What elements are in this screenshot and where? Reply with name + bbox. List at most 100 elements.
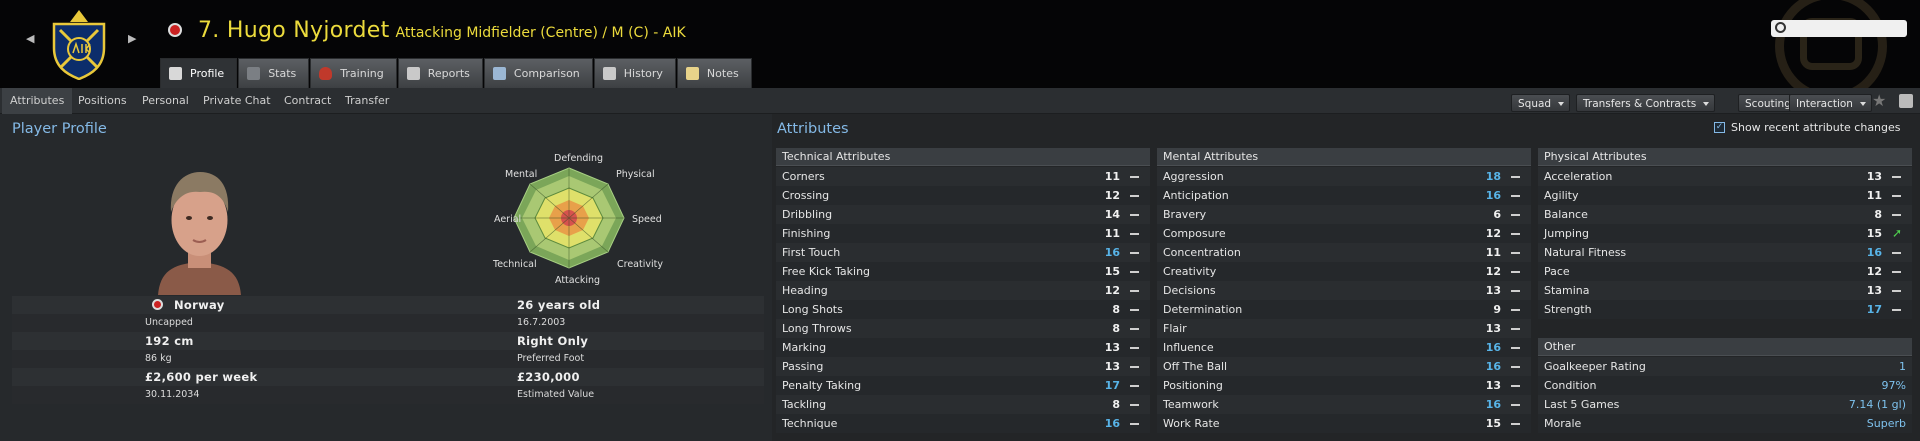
wage-value: £2,600 per week	[145, 370, 258, 384]
attribute-row[interactable]: Heading 12	[776, 281, 1150, 300]
attribute-row[interactable]: Flair 13	[1157, 319, 1531, 338]
squad-dropdown[interactable]: Squad	[1511, 94, 1571, 112]
subnav-attributes[interactable]: Attributes	[2, 88, 73, 114]
attribute-row[interactable]: Strength 17	[1538, 300, 1912, 319]
attribute-row[interactable]: Agility 11	[1538, 186, 1912, 205]
nation-link[interactable]: Norway	[174, 298, 225, 312]
attribute-row[interactable]: Stamina 13	[1538, 281, 1912, 300]
attribute-row[interactable]: Passing 13	[776, 357, 1150, 376]
show-changes-checkbox[interactable]: ✓	[1714, 122, 1725, 133]
profile-icon	[169, 67, 182, 80]
attribute-row[interactable]: Technique 16	[776, 414, 1150, 433]
attribute-row[interactable]: Marking 13	[776, 338, 1150, 357]
attribute-row[interactable]: Crossing 12	[776, 186, 1150, 205]
attribute-row[interactable]: Tackling 8	[776, 395, 1150, 414]
previous-player-arrow-icon[interactable]: ◀	[26, 32, 34, 45]
tab-profile[interactable]: Profile	[160, 58, 238, 88]
attribute-row[interactable]: Finishing 11	[776, 224, 1150, 243]
attribute-row[interactable]: Pace 12	[1538, 262, 1912, 281]
attribute-row[interactable]: Balance 8	[1538, 205, 1912, 224]
attribute-row[interactable]: Long Shots 8	[776, 300, 1150, 319]
trend-flat-icon	[1130, 233, 1139, 235]
trend-flat-icon	[1511, 404, 1520, 406]
attribute-row[interactable]: Bravery 6	[1157, 205, 1531, 224]
attribute-row[interactable]: Long Throws 8	[776, 319, 1150, 338]
attribute-row[interactable]: Natural Fitness 16	[1538, 243, 1912, 262]
attribute-name: Last 5 Games	[1544, 398, 1620, 411]
attribute-row[interactable]: Goalkeeper Rating 1	[1538, 357, 1912, 376]
attribute-row[interactable]: Free Kick Taking 15	[776, 262, 1150, 281]
attribute-row[interactable]: Corners 11	[776, 167, 1150, 186]
attribute-name: Influence	[1163, 341, 1214, 354]
attribute-row[interactable]: Influence 16	[1157, 338, 1531, 357]
tab-stats[interactable]: Stats	[238, 58, 310, 88]
attribute-row[interactable]: Teamwork 16	[1157, 395, 1531, 414]
attribute-row[interactable]: Morale Superb	[1538, 414, 1912, 433]
attribute-name: Dribbling	[782, 208, 833, 221]
attributes-heading: Attributes	[777, 121, 849, 137]
trend-flat-icon	[1511, 176, 1520, 178]
search-input[interactable]	[1771, 20, 1907, 37]
note-icon[interactable]	[1899, 94, 1913, 108]
attribute-value: 18	[1485, 170, 1501, 183]
trend-flat-icon	[1130, 214, 1139, 216]
attribute-row[interactable]: Dribbling 14	[776, 205, 1150, 224]
attribute-name: Concentration	[1163, 246, 1241, 259]
club-crest-icon[interactable]	[48, 8, 110, 80]
attribute-row[interactable]: Composure 12	[1157, 224, 1531, 243]
attribute-row[interactable]: Acceleration 13	[1538, 167, 1912, 186]
tab-notes-label: Notes	[706, 67, 739, 80]
attribute-row[interactable]: Creativity 12	[1157, 262, 1531, 281]
attribute-row[interactable]: Aggression 18	[1157, 167, 1531, 186]
attribute-row[interactable]: Determination 9	[1157, 300, 1531, 319]
shortlist-star-icon[interactable]: ★	[1872, 91, 1886, 110]
attribute-row[interactable]: Jumping 15 ➚	[1538, 224, 1912, 243]
attribute-row[interactable]: Last 5 Games 7.14 (1 gl)	[1538, 395, 1912, 414]
attribute-value: 9	[1493, 303, 1501, 316]
subnav-transfer[interactable]: Transfer	[337, 88, 397, 114]
next-player-arrow-icon[interactable]: ▶	[128, 32, 136, 45]
attribute-value: 12	[1104, 189, 1120, 202]
attribute-row[interactable]: First Touch 16	[776, 243, 1150, 262]
preferred-foot-label: Preferred Foot	[517, 353, 585, 364]
subnav-contract[interactable]: Contract	[276, 88, 339, 114]
trend-flat-icon	[1892, 271, 1901, 273]
tab-training-label: Training	[340, 67, 384, 80]
search-icon	[1775, 22, 1786, 33]
attribute-row[interactable]: Decisions 13	[1157, 281, 1531, 300]
attribute-row[interactable]: Concentration 11	[1157, 243, 1531, 262]
trend-flat-icon	[1511, 214, 1520, 216]
info-row-band	[12, 314, 764, 332]
attribute-value: 16	[1104, 417, 1120, 430]
attribute-row[interactable]: Work Rate 15	[1157, 414, 1531, 433]
tab-reports[interactable]: Reports	[397, 58, 483, 88]
attribute-value: 13	[1485, 284, 1501, 297]
tab-training[interactable]: Training	[310, 58, 397, 88]
attribute-row[interactable]: Positioning 13	[1157, 376, 1531, 395]
attribute-row[interactable]: Anticipation 16	[1157, 186, 1531, 205]
trend-flat-icon	[1511, 290, 1520, 292]
technical-attributes-title: Technical Attributes	[776, 148, 1150, 166]
reports-icon	[406, 67, 420, 80]
subnav-positions[interactable]: Positions	[70, 88, 135, 114]
attribute-value: 8	[1874, 208, 1882, 221]
technical-rows: Corners 11 Crossing 12 Dribbling 14 Finishing 1…	[776, 167, 1150, 433]
notes-icon	[685, 67, 699, 80]
attribute-row[interactable]: Off The Ball 16	[1157, 357, 1531, 376]
tab-comparison[interactable]: Comparison	[483, 58, 593, 88]
subnav-personal[interactable]: Personal	[134, 88, 197, 114]
transfers-contracts-dropdown[interactable]: Transfers & Contracts	[1576, 94, 1716, 112]
main-tabs: Profile Stats Training Reports Compariso…	[160, 58, 753, 88]
tab-notes[interactable]: Notes	[676, 58, 752, 88]
attribute-row[interactable]: Condition 97%	[1538, 376, 1912, 395]
attribute-name: Crossing	[782, 189, 830, 202]
attribute-row[interactable]: Penalty Taking 17	[776, 376, 1150, 395]
interaction-dropdown[interactable]: Interaction	[1789, 94, 1872, 112]
tab-stats-label: Stats	[268, 67, 297, 80]
tab-history[interactable]: History	[593, 58, 676, 88]
attribute-value: 16	[1485, 398, 1501, 411]
tab-history-label: History	[623, 67, 663, 80]
subnav-private-chat[interactable]: Private Chat	[195, 88, 279, 114]
stats-icon	[247, 67, 261, 80]
radar-label-creativity: Creativity	[617, 259, 663, 270]
